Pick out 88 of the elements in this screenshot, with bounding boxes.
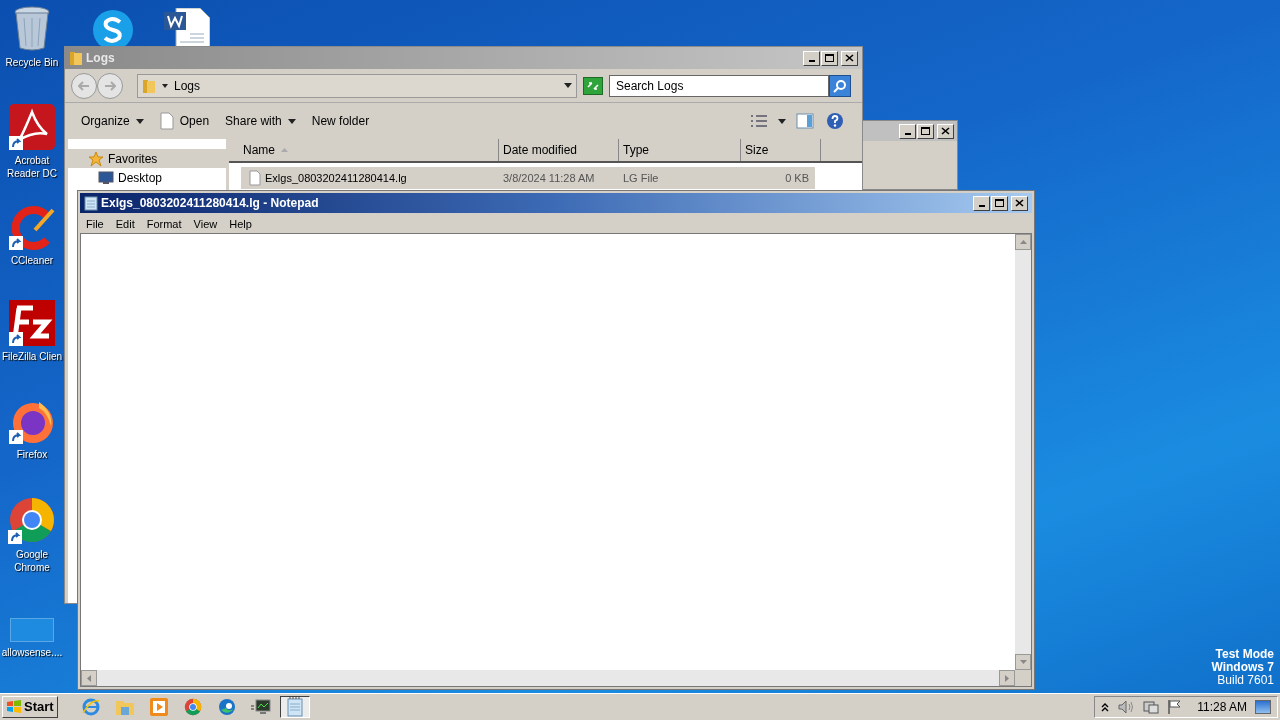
arrow-left-icon — [78, 80, 90, 91]
search-button[interactable] — [829, 74, 851, 97]
refresh-icon — [586, 80, 600, 91]
chrome-icon[interactable] — [8, 496, 56, 544]
chrome-icon — [183, 698, 202, 716]
close-icon — [1015, 199, 1024, 207]
table-cell-text: 0 KB — [784, 170, 810, 186]
help-icon[interactable] — [826, 112, 844, 130]
notepad-icon — [285, 697, 304, 717]
monitor-icon — [98, 171, 114, 184]
folder-icon — [142, 77, 156, 94]
desktop-icon-label[interactable]: FileZilla Clien — [2, 350, 62, 363]
ie-icon — [80, 697, 101, 717]
word-document-icon[interactable] — [164, 8, 210, 48]
window-title: Logs — [86, 50, 116, 67]
column-header[interactable]: Size — [741, 139, 821, 161]
watermark-text: Test Mode — [1215, 648, 1274, 661]
notepad-icon — [84, 195, 98, 211]
close-button[interactable] — [1011, 195, 1028, 211]
table-cell-text: 3/8/2024 11:28 AM — [502, 170, 596, 186]
address-bar[interactable]: Logs — [137, 73, 577, 98]
file-name: Exlgs_0803202411280414.lg — [265, 170, 407, 186]
close-button[interactable] — [937, 123, 954, 139]
taskbar-button[interactable] — [279, 696, 310, 718]
menu-item[interactable]: View — [187, 215, 224, 233]
desktop-icon-label[interactable]: allowsense.... — [1, 646, 63, 659]
preview-pane-icon[interactable] — [796, 113, 814, 129]
caret-icon — [135, 118, 144, 124]
resize-grip[interactable] — [1015, 670, 1031, 686]
folder-icon — [114, 698, 135, 716]
menu-item[interactable]: Help — [223, 215, 258, 233]
toolbar-button[interactable]: New folder — [305, 109, 376, 133]
minimize-button[interactable] — [803, 50, 820, 66]
view-list-icon[interactable] — [750, 114, 768, 128]
desktop-icon-label[interactable]: CCleaner — [10, 254, 54, 267]
show-desktop-button[interactable] — [1255, 700, 1271, 714]
table-cell-text: LG File — [622, 170, 660, 186]
caret-icon — [287, 118, 296, 124]
caret-icon — [564, 83, 572, 88]
windows-logo-icon — [6, 700, 22, 714]
arrow-right-icon — [104, 80, 116, 91]
column-header[interactable]: Date modified — [499, 139, 619, 161]
minimize-button[interactable] — [973, 195, 990, 211]
refresh-button[interactable] — [583, 76, 603, 95]
column-header[interactable]: Name — [229, 139, 499, 161]
close-icon — [941, 127, 950, 135]
desktop-icon-label[interactable]: Recycle Bin — [5, 56, 59, 69]
menu-item[interactable]: File — [80, 215, 110, 233]
close-button[interactable] — [841, 50, 858, 66]
speaker-icon[interactable] — [1117, 699, 1136, 715]
filezilla-icon[interactable] — [9, 300, 55, 346]
sort-icon — [281, 148, 288, 152]
menu-item[interactable]: Format — [140, 215, 188, 233]
maximize-button[interactable] — [991, 195, 1008, 211]
toolbar-button[interactable]: Organize — [75, 109, 150, 133]
desktop-icon-label[interactable]: Acrobat Reader DC — [0, 154, 64, 180]
monitor-icon — [249, 698, 272, 716]
maximize-button[interactable] — [821, 50, 838, 66]
search-field[interactable]: Search Logs — [609, 74, 829, 97]
ccleaner-icon[interactable] — [9, 204, 55, 250]
search-icon — [833, 78, 847, 93]
column-header[interactable]: Type — [619, 139, 741, 161]
media-player-icon — [149, 698, 168, 716]
toolbar-button[interactable]: Open — [153, 109, 216, 133]
recycle-bin-icon[interactable] — [12, 6, 52, 52]
document-icon — [159, 112, 174, 130]
nav-item[interactable]: Desktop — [118, 168, 163, 187]
minimize-button[interactable] — [899, 123, 916, 139]
close-icon — [845, 54, 854, 62]
network-icon[interactable] — [1143, 699, 1160, 715]
folder-icon — [69, 50, 83, 66]
caret-icon — [162, 83, 168, 88]
star-icon — [88, 150, 104, 167]
edge-icon — [217, 698, 236, 716]
maximize-button[interactable] — [917, 123, 934, 139]
start-button[interactable]: Start — [2, 696, 58, 718]
document-icon — [249, 170, 261, 186]
desktop-icon-label[interactable]: Google Chrome — [0, 548, 64, 574]
watermark-text: Windows 7 — [1211, 661, 1274, 674]
toolbar-button[interactable]: Share with — [219, 109, 302, 133]
menu-item[interactable]: Edit — [109, 215, 141, 233]
desktop-icon-label[interactable]: Firefox — [16, 448, 48, 461]
watermark-text: Build 7601 — [1217, 674, 1274, 687]
caret-icon — [778, 118, 786, 124]
file-row[interactable]: Exlgs_0803202411280414.lg 3/8/2024 11:28 AM LG File 0 KB — [241, 167, 815, 189]
window-title: Exlgs_0803202411280414.lg - Notepad — [101, 195, 320, 212]
chevron-up-icon[interactable] — [1101, 702, 1110, 712]
acrobat-icon[interactable] — [9, 104, 55, 150]
